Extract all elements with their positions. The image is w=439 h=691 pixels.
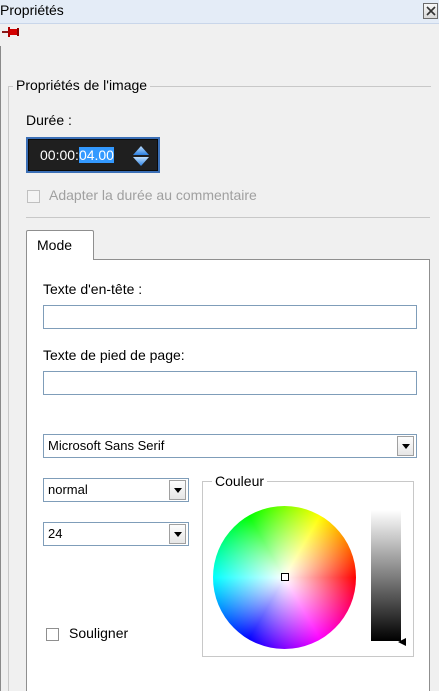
close-button[interactable] [423, 3, 438, 19]
separator [26, 217, 430, 218]
chevron-down-icon [402, 444, 410, 449]
brightness-slider-handle-icon[interactable] [398, 638, 406, 646]
tab-mode-label: Mode [37, 237, 73, 253]
footer-text-label: Texte de pied de page: [43, 347, 185, 363]
panel-title: Propriétés [0, 2, 64, 18]
tab-mode[interactable]: Mode [26, 230, 94, 260]
group-title: Propriétés de l'image [13, 77, 151, 93]
panel-border [0, 46, 1, 691]
adapt-duration-label: Adapter la durée au commentaire [49, 187, 257, 203]
color-wheel-marker[interactable] [281, 573, 289, 581]
duration-value: 00:00:04.00 [40, 147, 114, 163]
font-family-select[interactable]: Microsoft Sans Serif [43, 434, 417, 458]
font-style-dropdown-button[interactable] [169, 480, 186, 500]
spin-updown-icon[interactable] [131, 145, 151, 167]
chevron-down-icon [174, 532, 182, 537]
font-size-value: 24 [48, 526, 63, 541]
group-border-left [8, 86, 9, 691]
duration-field[interactable]: 00:00:04.00 [26, 137, 160, 173]
footer-text-input[interactable] [43, 371, 417, 395]
underline-label: Souligner [69, 625, 129, 641]
header-text-label: Texte d'en-tête : [43, 281, 143, 297]
font-size-dropdown-button[interactable] [169, 524, 186, 544]
font-family-dropdown-button[interactable] [397, 436, 414, 456]
close-icon [426, 6, 436, 16]
pushpin-icon[interactable] [2, 25, 20, 39]
font-style-value: normal [48, 482, 88, 497]
header-text-input[interactable] [43, 305, 417, 329]
duration-label: Durée : [26, 112, 72, 128]
font-size-select[interactable]: 24 [43, 522, 189, 546]
brightness-slider[interactable] [371, 510, 401, 641]
font-family-value: Microsoft Sans Serif [48, 438, 165, 453]
chevron-down-icon [174, 488, 182, 493]
underline-checkbox[interactable] [46, 628, 59, 641]
font-style-select[interactable]: normal [43, 478, 189, 502]
panel-title-bar [0, 0, 439, 24]
adapt-duration-checkbox[interactable] [27, 190, 40, 203]
color-group-title: Couleur [212, 473, 268, 489]
